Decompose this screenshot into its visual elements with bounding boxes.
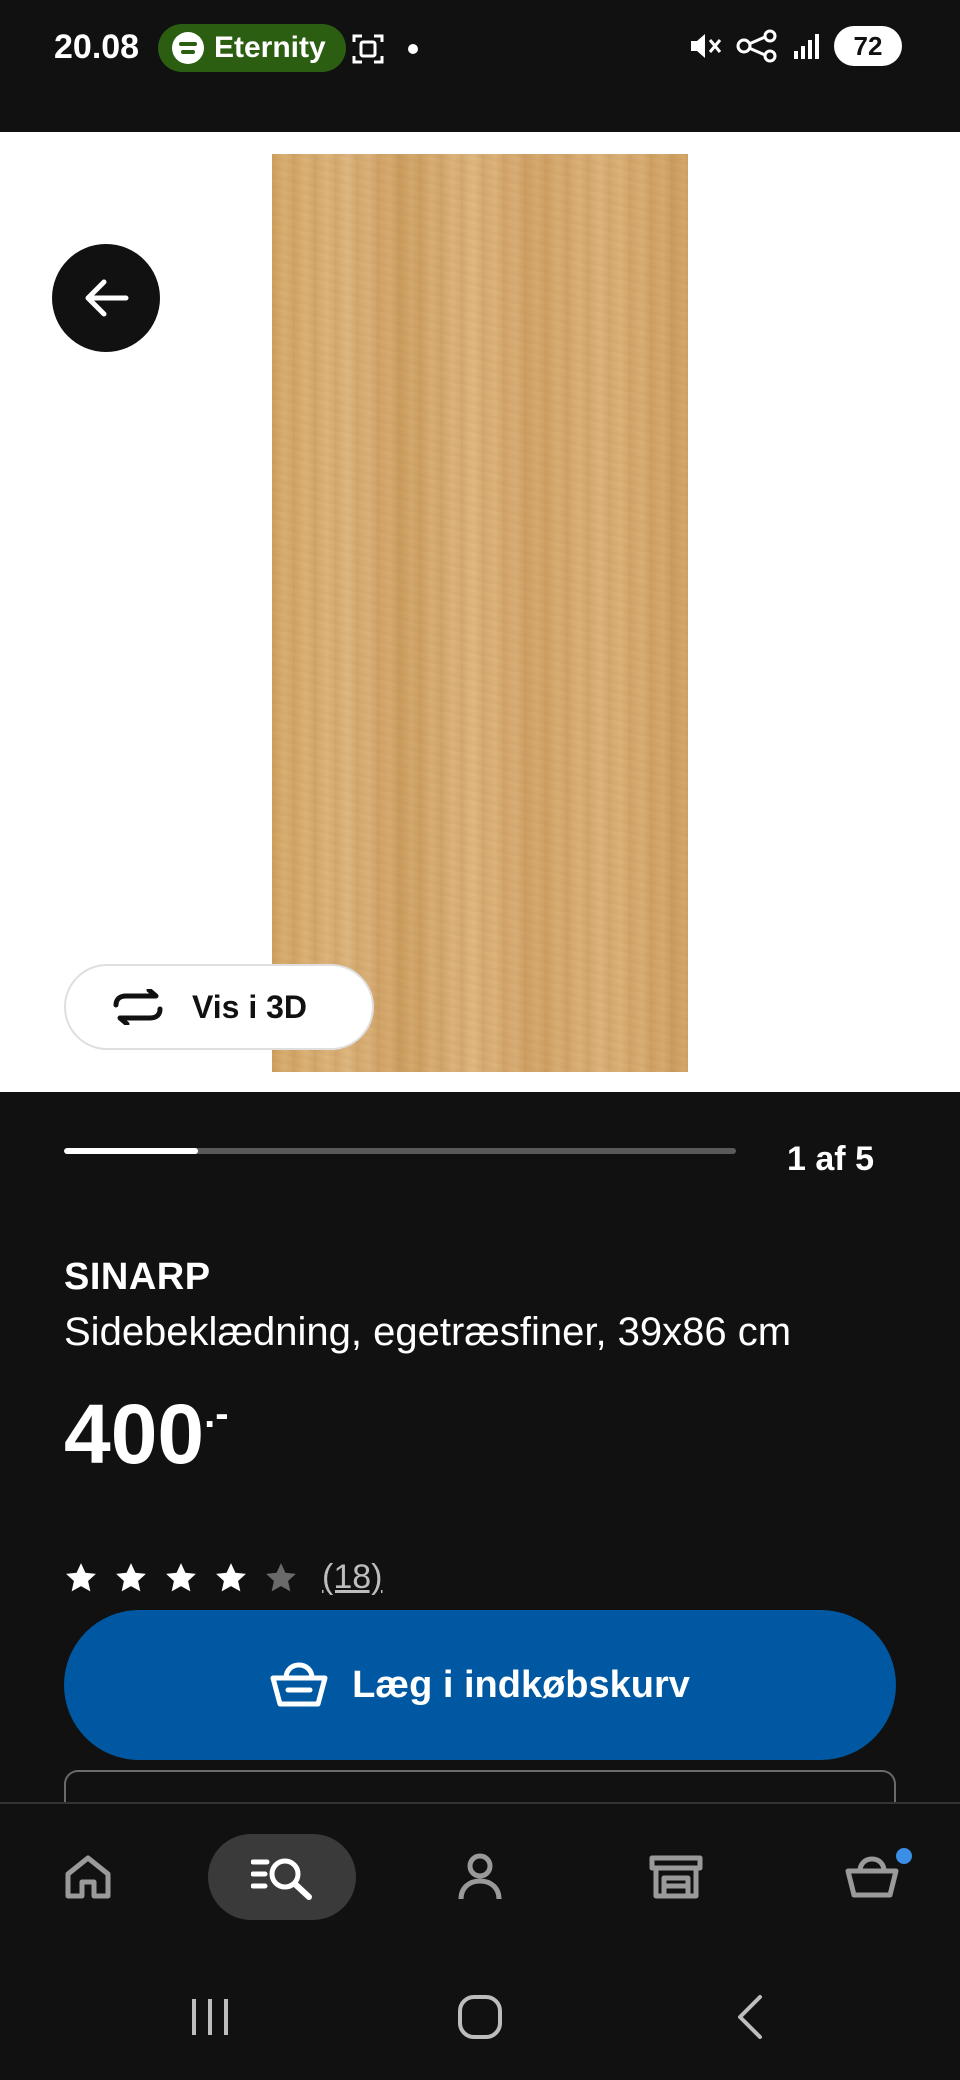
notification-dot-icon bbox=[408, 44, 418, 54]
rating-count-link[interactable]: (18) bbox=[322, 1558, 382, 1597]
store-icon bbox=[649, 1855, 703, 1899]
rating-stars bbox=[64, 1561, 298, 1595]
spotify-icon bbox=[172, 32, 204, 64]
nav-stores[interactable] bbox=[602, 1834, 750, 1920]
star-filled-icon bbox=[166, 1562, 196, 1591]
cart-badge-icon bbox=[896, 1848, 912, 1864]
product-price: 400.- bbox=[64, 1392, 229, 1476]
nav-cart[interactable] bbox=[798, 1834, 946, 1920]
mute-icon bbox=[691, 34, 722, 58]
product-description: Sidebeklædning, egetræsfiner, 39x86 cm bbox=[64, 1310, 792, 1354]
carousel-counter: 1 af 5 bbox=[787, 1140, 874, 1178]
person-icon bbox=[458, 1853, 502, 1900]
chevron-left-icon bbox=[738, 1995, 762, 2039]
home-system-button[interactable] bbox=[440, 1982, 520, 2052]
product-image-gallery[interactable]: Vis i 3D bbox=[0, 132, 960, 1092]
product-image bbox=[272, 154, 688, 1072]
nav-search[interactable] bbox=[208, 1834, 356, 1920]
carousel-progress-fill bbox=[64, 1148, 199, 1154]
product-name: SINARP bbox=[64, 1256, 211, 1298]
signal-icon bbox=[794, 34, 819, 59]
price-value: 400 bbox=[64, 1387, 205, 1481]
add-to-cart-label: Læg i indkøbskurv bbox=[352, 1663, 690, 1706]
nav-profile[interactable] bbox=[406, 1834, 554, 1920]
status-bar: 20.08 Eternity 72 bbox=[0, 0, 960, 132]
star-filled-icon bbox=[216, 1562, 246, 1591]
basket-icon bbox=[270, 1662, 328, 1707]
rotate-3d-icon bbox=[113, 989, 163, 1025]
back-button[interactable] bbox=[52, 244, 160, 352]
battery-indicator: 72 bbox=[834, 26, 902, 66]
media-pill[interactable]: Eternity bbox=[158, 24, 346, 72]
wifi-share-icon bbox=[736, 29, 777, 63]
star-empty-icon bbox=[266, 1562, 296, 1591]
price-suffix: .- bbox=[204, 1392, 229, 1436]
screenshot-icon bbox=[352, 34, 384, 64]
cart-basket-icon bbox=[845, 1856, 899, 1898]
view-in-3d-label: Vis i 3D bbox=[192, 988, 308, 1025]
arrow-left-icon bbox=[85, 279, 129, 317]
star-filled-icon bbox=[66, 1562, 96, 1591]
carousel-progress bbox=[64, 1148, 736, 1154]
add-to-cart-button[interactable]: Læg i indkøbskurv bbox=[64, 1610, 896, 1760]
bottom-nav bbox=[0, 1802, 960, 1952]
product-rating[interactable]: (18) bbox=[64, 1558, 382, 1597]
system-back-button[interactable] bbox=[710, 1982, 790, 2052]
home-icon bbox=[65, 1855, 111, 1899]
status-time: 20.08 bbox=[54, 28, 140, 66]
system-nav-bar bbox=[0, 1952, 960, 2080]
view-in-3d-button[interactable]: Vis i 3D bbox=[64, 964, 374, 1050]
status-icons: 72 bbox=[688, 26, 902, 66]
recent-apps-button[interactable] bbox=[170, 1982, 250, 2052]
home-circle-icon bbox=[458, 1995, 502, 2039]
recents-icon bbox=[192, 1999, 228, 2035]
star-filled-icon bbox=[116, 1562, 146, 1591]
media-app-label: Eternity bbox=[214, 31, 326, 64]
nav-home[interactable] bbox=[14, 1834, 162, 1920]
search-icon bbox=[251, 1858, 312, 1900]
